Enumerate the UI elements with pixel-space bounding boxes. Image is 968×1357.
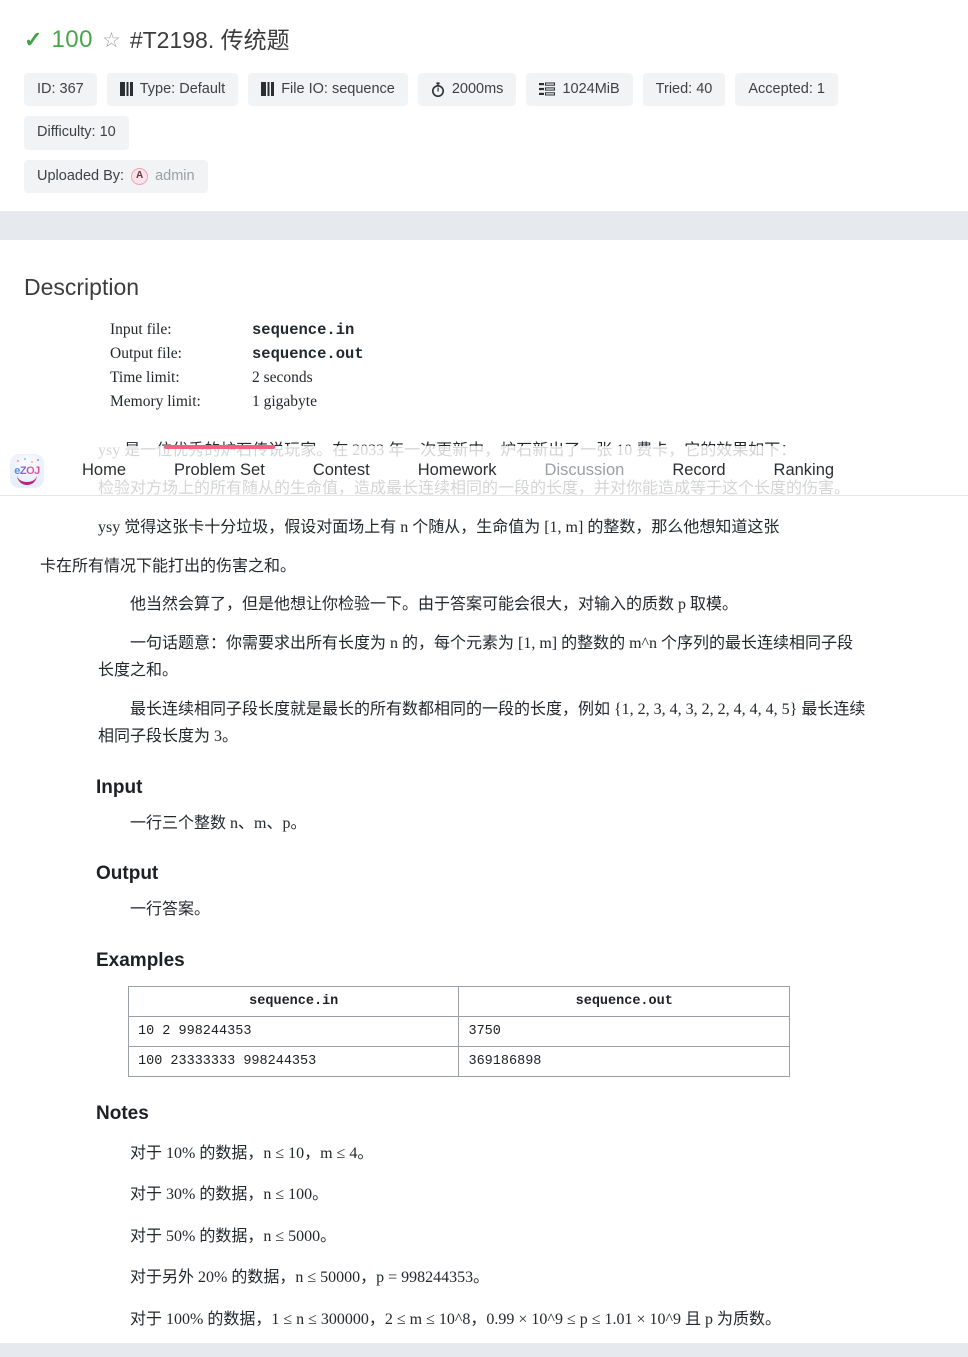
badge-uploaded-by: Uploaded By: A admin: [24, 159, 208, 193]
uploader-name[interactable]: admin: [155, 168, 195, 185]
examples-heading: Examples: [96, 949, 185, 971]
badge-memory-limit-label: 1024MiB: [562, 80, 620, 97]
section-divider-strip: [0, 211, 968, 240]
problem-body-card: Description Input file: sequence.in Outp…: [0, 239, 968, 1343]
examples-table-wrap: sequence.in sequence.out 10 2 998244353 …: [127, 985, 944, 1077]
nav-item-homework[interactable]: Homework: [394, 446, 521, 495]
example-2-input: 100 23333333 998244353: [127, 1045, 460, 1077]
output-description: 一行答案。: [130, 901, 211, 919]
uploaded-by-label: Uploaded By:: [37, 167, 125, 184]
nav-item-discussion[interactable]: Discussion: [521, 446, 649, 495]
output-file-value: sequence.out: [252, 344, 364, 363]
nav-item-home-label: Home: [82, 461, 127, 479]
input-description: 一行三个整数 n、m、p。: [130, 814, 307, 832]
example-1-input: 10 2 998244353: [127, 1015, 460, 1047]
nav-item-contest[interactable]: Contest: [289, 446, 394, 495]
table-row: 100 23333333 998244353 369186898: [127, 1045, 790, 1077]
book-icon: [119, 82, 133, 97]
input-file-key: Input file:: [110, 320, 172, 338]
statement-paragraph-3: ysy 觉得这张卡十分垃圾，假设对面场上有 n 个随从，生命值为 [1, m] …: [98, 519, 780, 536]
nav-item-ranking[interactable]: Ranking: [750, 446, 859, 495]
note-line-4: 对于另外 20% 的数据，n ≤ 50000，p = 998244353。: [130, 1269, 490, 1287]
statement-paragraph-6: 一句话题意：你需要求出所有长度为 n 的，每个元素为 [1, m] 的整数的 m…: [98, 634, 854, 680]
table-row: Memory limit: 1 gigabyte: [110, 391, 364, 413]
badge-id: ID: 367: [24, 72, 97, 107]
nav-item-homework-label: Homework: [417, 461, 497, 479]
badge-tried-label: Tried: 40: [655, 80, 713, 97]
note-line-3: 对于 50% 的数据，n ≤ 5000。: [130, 1227, 337, 1245]
nav-item-home[interactable]: Home: [58, 446, 150, 495]
badge-file-io: File IO: sequence: [248, 72, 408, 107]
badge-difficulty-label: Difficulty: 10: [37, 124, 116, 141]
star-outline-icon[interactable]: ☆: [102, 28, 121, 53]
logo-text: eZOJ: [14, 464, 40, 477]
statement-paragraph-5: 他当然会算了，但是他想让你检验一下。由于答案可能会很大，对输入的质数 p 取模。: [130, 596, 739, 614]
nav-item-problem-set-label: Problem Set: [174, 461, 265, 479]
table-row: 10 2 998244353 3750: [127, 1015, 790, 1047]
site-logo-icon[interactable]: eZOJ: [10, 453, 44, 488]
badge-accepted: Accepted: 1: [735, 72, 838, 107]
nav-item-ranking-label: Ranking: [773, 461, 835, 479]
time-limit-key: Time limit:: [110, 368, 180, 386]
statement-paragraph-4: 卡在所有情况下能打出的伤害之和。: [40, 557, 297, 575]
nav-item-contest-label: Contest: [312, 461, 370, 479]
table-header-row: sequence.in sequence.out: [127, 985, 790, 1017]
avatar[interactable]: A: [131, 167, 149, 185]
nav-item-record-label: Record: [672, 461, 726, 479]
page-bottom-strip: [0, 1342, 968, 1357]
problem-meta-table: Input file: sequence.in Output file: seq…: [108, 317, 366, 415]
note-line-1: 对于 10% 的数据，n ≤ 10，m ≤ 4。: [130, 1144, 374, 1162]
badge-id-label: ID: 367: [37, 80, 84, 97]
input-heading: Input: [96, 776, 143, 798]
problem-title: #T2198. 传统题: [129, 26, 290, 53]
memory-limit-key: Memory limit:: [110, 392, 201, 410]
output-file-key: Output file:: [110, 344, 182, 362]
badge-difficulty: Difficulty: 10: [24, 116, 129, 150]
example-1-output: 3750: [458, 1015, 790, 1047]
memory-icon: [539, 82, 556, 96]
table-row: Output file: sequence.out: [110, 343, 364, 365]
badge-time-limit-label: 2000ms: [451, 80, 504, 97]
example-col-header-in: sequence.in: [127, 985, 460, 1017]
uploader-row: Uploaded By: A admin: [24, 159, 944, 193]
problem-meta-badges: ID: 367 Type: Default File IO: sequence …: [24, 72, 944, 150]
main-navbar: eZOJ Home Problem Set Contest Homework D…: [0, 445, 968, 496]
stopwatch-icon: [431, 82, 445, 97]
note-line-2: 对于 30% 的数据，n ≤ 100。: [130, 1186, 329, 1204]
accepted-check-icon: ✓: [24, 27, 43, 53]
badge-type-label: Type: Default: [139, 80, 226, 97]
badge-time-limit: 2000ms: [417, 72, 517, 107]
page-title: ✓ 100 ☆ #T2198. 传统题: [24, 26, 944, 55]
example-col-header-out: sequence.out: [458, 985, 790, 1017]
table-row: Input file: sequence.in: [110, 319, 364, 341]
nav-items: Home Problem Set Contest Homework Discus…: [58, 445, 859, 495]
nav-item-problem-set[interactable]: Problem Set: [150, 445, 289, 495]
nav-item-discussion-label: Discussion: [544, 461, 625, 479]
note-line-5: 对于 100% 的数据，1 ≤ n ≤ 300000，2 ≤ m ≤ 10^8，…: [130, 1311, 782, 1329]
description-heading: Description: [24, 273, 140, 300]
badge-memory-limit: 1024MiB: [526, 72, 633, 107]
nav-item-record[interactable]: Record: [648, 446, 749, 495]
problem-header-card: ✓ 100 ☆ #T2198. 传统题 ID: 367 Type: Defaul…: [0, 0, 968, 212]
notes-heading: Notes: [96, 1102, 149, 1124]
badge-tried: Tried: 40: [642, 72, 726, 107]
score-value: 100: [51, 26, 93, 53]
statement-paragraph-7: 最长连续相同子段长度就是最长的所有数都相同的一段的长度，例如 {1, 2, 3,…: [98, 700, 866, 746]
example-2-output: 369186898: [458, 1045, 790, 1077]
badge-file-io-label: File IO: sequence: [281, 80, 395, 97]
book-icon: [261, 82, 275, 97]
time-limit-value: 2 seconds: [252, 368, 313, 386]
badge-accepted-label: Accepted: 1: [748, 80, 825, 97]
badge-type: Type: Default: [106, 72, 239, 107]
memory-limit-value: 1 gigabyte: [252, 392, 317, 410]
table-row: Time limit: 2 seconds: [110, 367, 364, 389]
input-file-value: sequence.in: [252, 320, 355, 339]
avatar-initial: A: [135, 170, 144, 182]
output-heading: Output: [96, 863, 159, 885]
examples-table: sequence.in sequence.out 10 2 998244353 …: [127, 985, 790, 1077]
